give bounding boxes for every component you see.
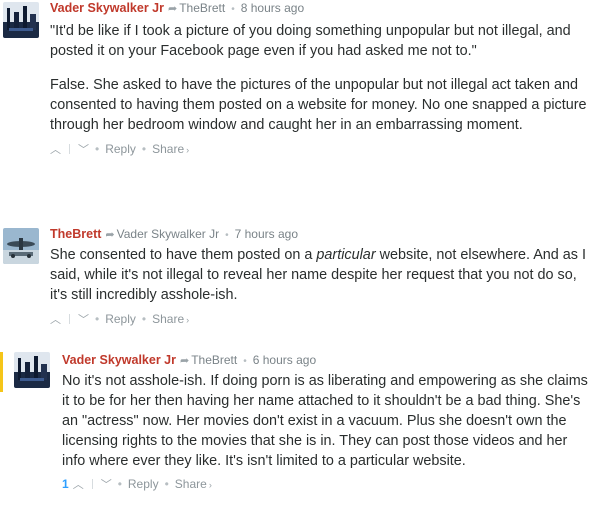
- chevron-right-icon: ›: [186, 145, 190, 155]
- reply-button[interactable]: Reply: [105, 142, 136, 156]
- reply-arrow-icon: ➦: [167, 3, 178, 15]
- down-chevron-icon[interactable]: ﹀: [78, 142, 89, 158]
- share-button[interactable]: Share: [152, 142, 184, 156]
- comment-body: Vader Skywalker Jr ➦ TheBrett • 8 hours ago …: [50, 0, 591, 157]
- comment-paragraph: No it's not asshole-ish. If doing porn i…: [62, 373, 588, 469]
- comment-text: "It'd be like if I took a picture of you…: [50, 21, 591, 135]
- up-chevron-icon[interactable]: ︿: [73, 477, 84, 493]
- comment-text: She consented to have them posted on a p…: [50, 245, 591, 305]
- vote-count: 1: [62, 477, 69, 491]
- separator-dot: •: [164, 477, 169, 491]
- down-chevron-icon[interactable]: ﹀: [78, 312, 89, 328]
- parent-author-link[interactable]: TheBrett: [191, 353, 237, 367]
- author-link[interactable]: Vader Skywalker Jr: [62, 353, 176, 367]
- reply-button[interactable]: Reply: [105, 312, 136, 326]
- comment-paragraph: False. She asked to have the pictures of…: [50, 77, 587, 133]
- timestamp-link[interactable]: 8 hours ago: [241, 1, 304, 15]
- separator-dot: •: [95, 142, 100, 156]
- comment-text: No it's not asshole-ish. If doing porn i…: [62, 371, 591, 471]
- author-link[interactable]: Vader Skywalker Jr: [50, 1, 164, 15]
- parent-author-link[interactable]: TheBrett: [179, 1, 225, 15]
- down-chevron-icon[interactable]: ﹀: [101, 477, 112, 493]
- comment-footer: 1 ︿ ﹀ • Reply • Share ›: [62, 476, 591, 492]
- separator-dot: •: [225, 230, 229, 241]
- separator-dot: •: [243, 356, 247, 367]
- timestamp-link[interactable]: 6 hours ago: [253, 353, 316, 367]
- share-button[interactable]: Share: [175, 477, 207, 491]
- text-segment: She consented to have them posted on a: [50, 247, 317, 263]
- comment-meta: TheBrett ➦ Vader Skywalker Jr • 7 hours ago: [50, 226, 591, 242]
- reply-button[interactable]: Reply: [128, 477, 159, 491]
- avatar-vader[interactable]: [14, 352, 50, 388]
- parent-author-link[interactable]: Vader Skywalker Jr: [117, 227, 219, 241]
- avatar-vader[interactable]: [3, 2, 39, 38]
- separator-dot: •: [231, 4, 235, 15]
- timestamp-link[interactable]: 7 hours ago: [235, 227, 298, 241]
- comment-footer: ︿ ﹀ • Reply • Share ›: [50, 141, 591, 157]
- comment-meta: Vader Skywalker Jr ➦ TheBrett • 6 hours ago: [62, 352, 591, 368]
- author-link[interactable]: TheBrett: [50, 227, 101, 241]
- chevron-right-icon: ›: [208, 480, 212, 490]
- comment-body: Vader Skywalker Jr ➦ TheBrett • 6 hours ago …: [62, 352, 591, 492]
- comment-paragraph: She consented to have them posted on a p…: [50, 245, 591, 305]
- up-chevron-icon[interactable]: ︿: [50, 142, 61, 158]
- comment-paragraph: "It'd be like if I took a picture of you…: [50, 23, 571, 59]
- highlight-bar: [0, 352, 3, 392]
- comment-footer: ︿ ﹀ • Reply • Share ›: [50, 311, 591, 327]
- vote-divider: [91, 479, 93, 489]
- vote-divider: [69, 144, 70, 154]
- share-button[interactable]: Share: [152, 312, 184, 326]
- reply-arrow-icon: ➦: [179, 355, 190, 367]
- separator-dot: •: [141, 142, 147, 156]
- emphasis-text: particular: [316, 247, 376, 263]
- comment-body: TheBrett ➦ Vader Skywalker Jr • 7 hours ago …: [50, 226, 591, 327]
- vote-divider: [69, 314, 70, 324]
- comment-meta: Vader Skywalker Jr ➦ TheBrett • 8 hours ago: [50, 0, 591, 16]
- separator-dot: •: [95, 312, 100, 326]
- separator-dot: •: [141, 312, 147, 326]
- reply-arrow-icon: ➦: [105, 229, 115, 241]
- avatar-thebrett[interactable]: [3, 228, 39, 264]
- up-chevron-icon[interactable]: ︿: [50, 312, 61, 328]
- separator-dot: •: [117, 477, 122, 491]
- chevron-right-icon: ›: [186, 315, 190, 325]
